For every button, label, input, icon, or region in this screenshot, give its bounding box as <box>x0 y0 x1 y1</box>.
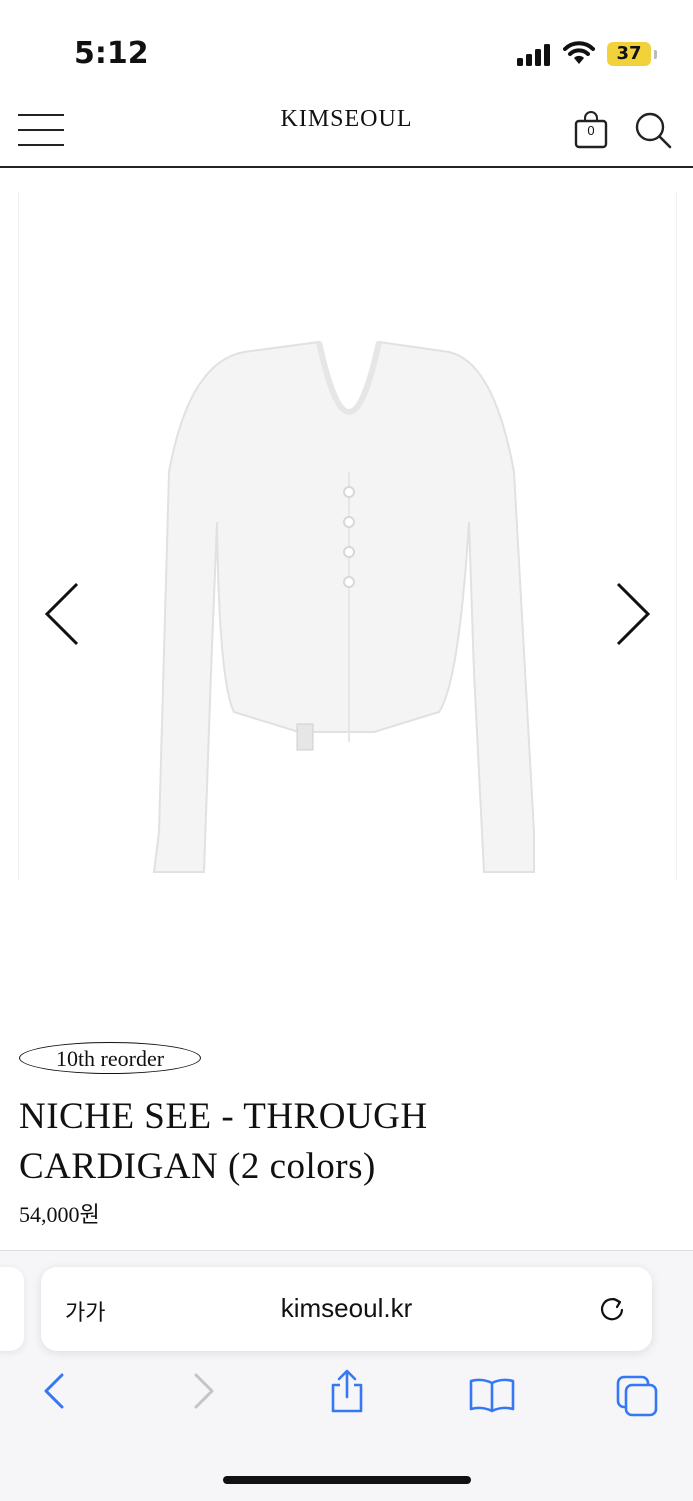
battery-cap <box>654 50 657 59</box>
product-gallery <box>18 192 677 880</box>
browser-toolbar: 가가 kimseoul.kr <box>0 1250 693 1501</box>
tabs-icon[interactable] <box>616 1375 660 1417</box>
product-price: 54,000원 <box>19 1202 100 1227</box>
product-title: NICHE SEE - THROUGH CARDIGAN (2 colors) <box>19 1096 428 1187</box>
url-text[interactable]: kimseoul.kr <box>41 1293 652 1324</box>
forward-icon[interactable] <box>192 1373 216 1409</box>
search-icon[interactable] <box>634 111 672 149</box>
next-image-arrow-icon[interactable] <box>614 582 654 646</box>
address-bar[interactable]: 가가 kimseoul.kr <box>41 1267 652 1351</box>
home-indicator <box>223 1476 471 1484</box>
bookmarks-icon[interactable] <box>468 1377 516 1413</box>
battery-indicator: 37 <box>607 42 651 66</box>
previous-image-arrow-icon[interactable] <box>41 582 81 646</box>
reload-icon[interactable] <box>597 1295 627 1325</box>
wifi-icon <box>563 41 595 64</box>
cart-count: 0 <box>587 123 595 138</box>
back-icon[interactable] <box>42 1373 66 1409</box>
share-icon[interactable] <box>328 1369 366 1413</box>
cellular-signal-icon <box>517 44 550 66</box>
reorder-badge: 10th reorder <box>19 1042 201 1074</box>
status-bar: 5:12 37 <box>0 0 693 100</box>
previous-tab-preview[interactable] <box>0 1267 24 1351</box>
product-image[interactable] <box>149 332 549 882</box>
site-header: KIMSEOUL 0 <box>0 100 693 168</box>
status-time: 5:12 <box>74 36 149 71</box>
